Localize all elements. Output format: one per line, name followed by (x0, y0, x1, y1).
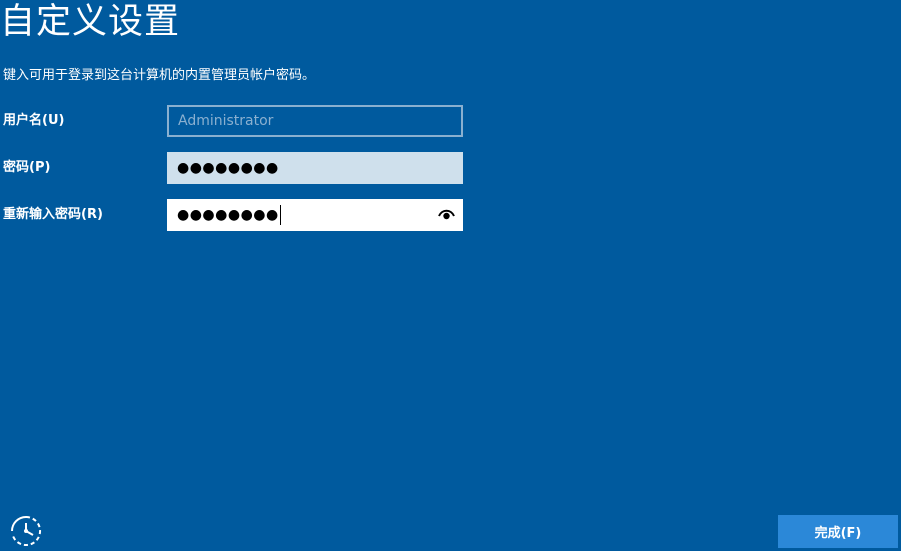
finish-button[interactable]: 完成(F) (778, 515, 898, 548)
page-subtitle: 键入可用于登录到这台计算机的内置管理员帐户密码。 (3, 68, 316, 83)
username-label: 用户名(U) (3, 113, 65, 128)
password-label: 密码(P) (3, 160, 51, 175)
password-field[interactable]: ●●●●●●●● (167, 152, 463, 184)
password-value: ●●●●●●●● (177, 160, 279, 176)
page-title: 自定义设置 (0, 2, 181, 42)
ease-of-access-icon[interactable] (9, 514, 43, 548)
eye-icon[interactable] (438, 207, 455, 221)
username-placeholder: Administrator (178, 113, 274, 129)
confirm-password-value: ●●●●●●●● (177, 207, 279, 223)
confirm-password-field[interactable]: ●●●●●●●● (167, 199, 463, 231)
text-caret (279, 205, 281, 225)
confirm-password-label: 重新输入密码(R) (3, 207, 103, 222)
username-field: Administrator (167, 105, 463, 137)
